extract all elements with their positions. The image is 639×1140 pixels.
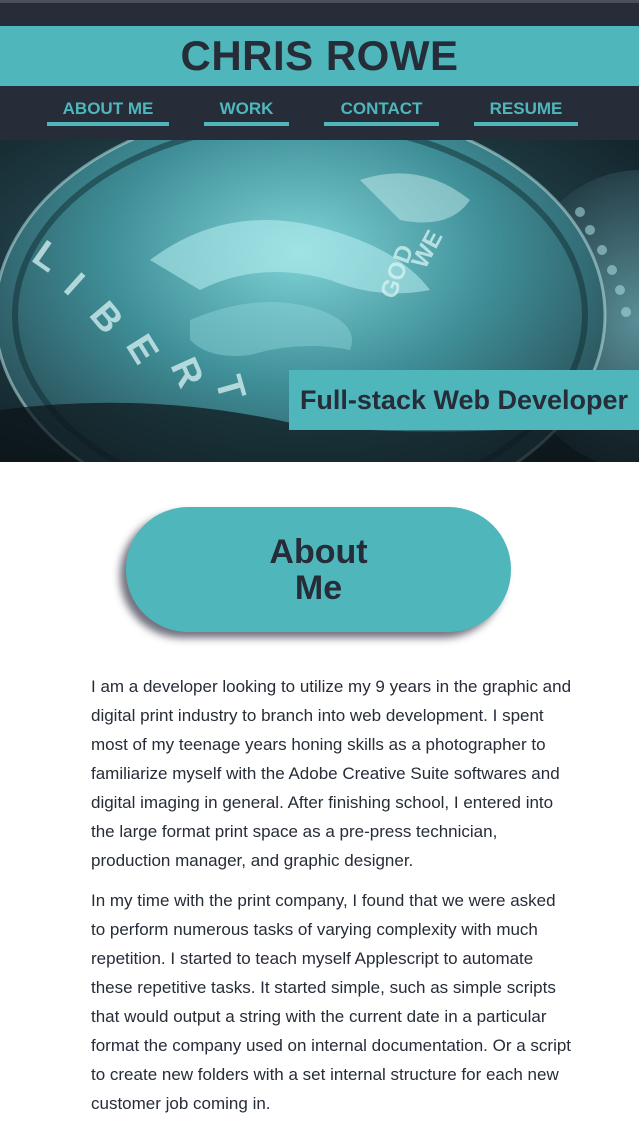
- site-title: CHRIS ROWE: [180, 32, 459, 79]
- nav-link-resume[interactable]: RESUME: [474, 96, 578, 126]
- top-bar: [0, 0, 639, 26]
- main-nav: ABOUT ME WORK CONTACT RESUME: [0, 86, 639, 140]
- nav-link-about-me[interactable]: ABOUT ME: [47, 96, 169, 126]
- hero-tagline: Full-stack Web Developer: [289, 370, 639, 430]
- about-paragraph-2: In my time with the print company, I fou…: [91, 891, 572, 1113]
- about-text: I am a developer looking to utilize my 9…: [91, 672, 573, 1129]
- nav-link-work[interactable]: WORK: [204, 96, 289, 126]
- about-heading-pill: About Me: [126, 507, 511, 632]
- about-paragraph-1: I am a developer looking to utilize my 9…: [91, 677, 572, 870]
- nav-link-contact[interactable]: CONTACT: [324, 96, 439, 126]
- about-heading: About Me: [269, 532, 368, 607]
- site-header: CHRIS ROWE: [0, 26, 639, 86]
